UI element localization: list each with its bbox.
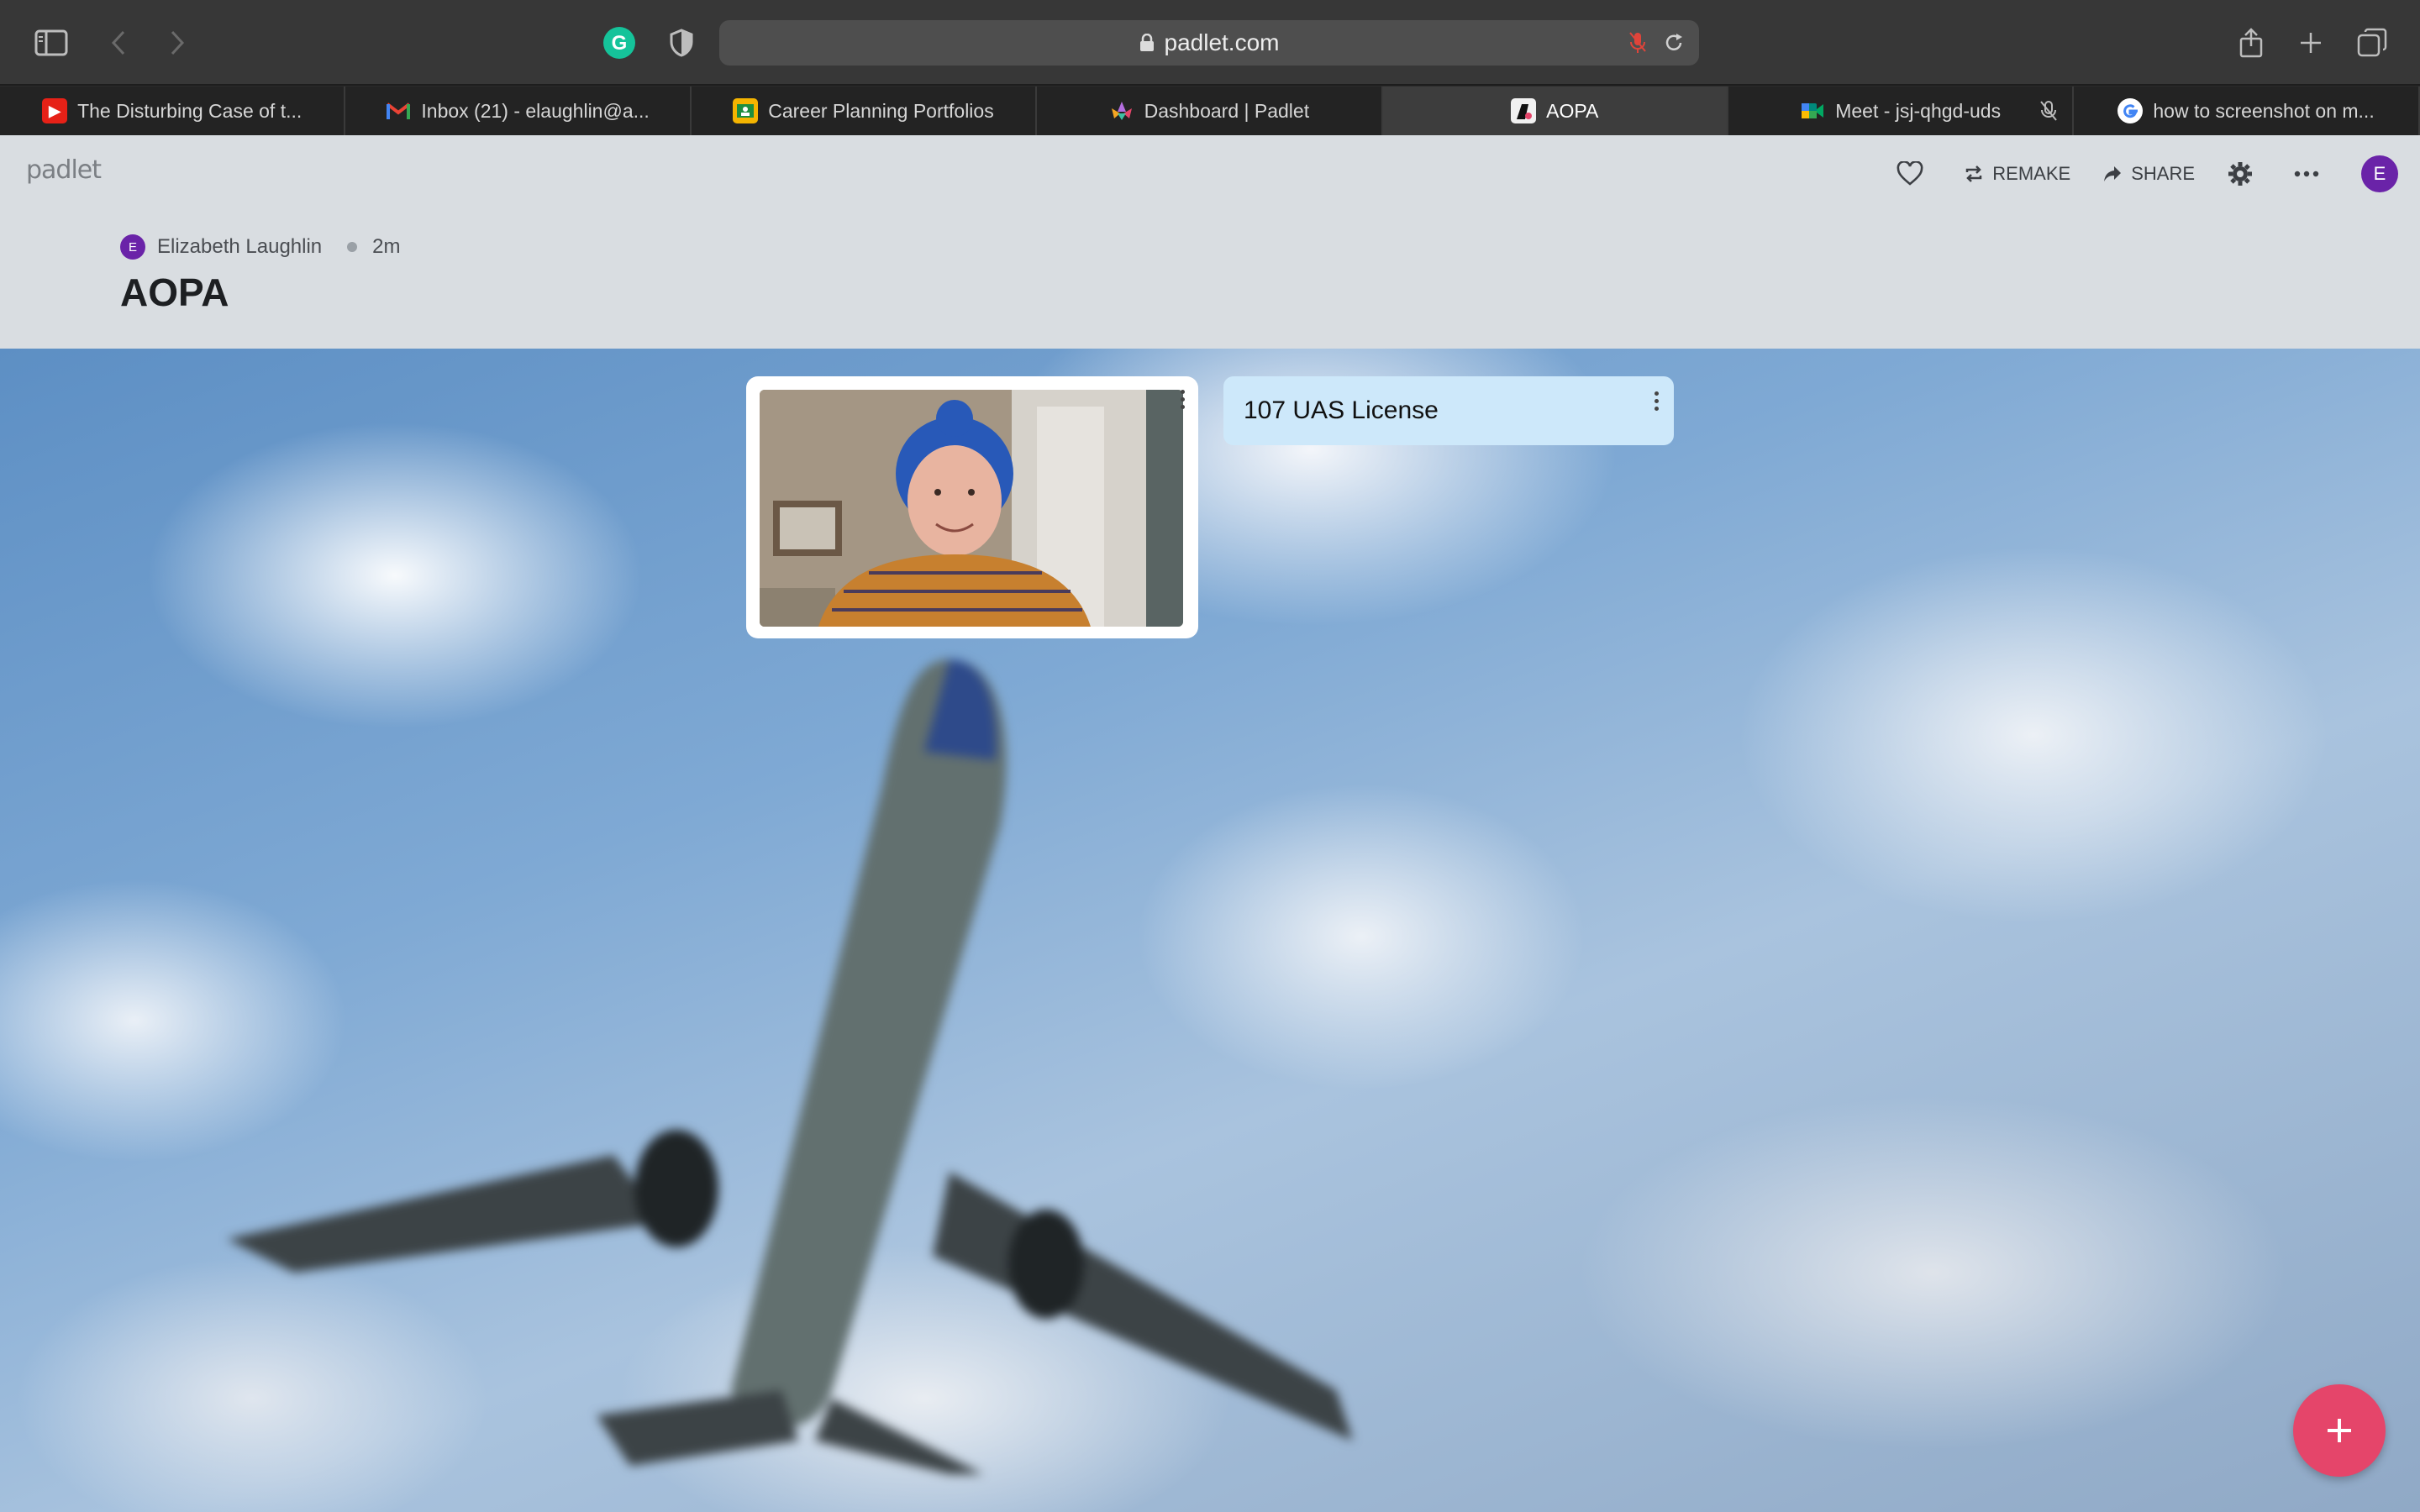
forward-arrow-icon[interactable] [156, 22, 198, 64]
share-arrow-icon [2104, 166, 2122, 181]
new-tab-plus-icon[interactable] [2290, 22, 2332, 64]
separator-dot [347, 242, 358, 252]
tab-google-meet[interactable]: Meet - jsj-qhgd-uds [1728, 87, 2075, 135]
tab-label: AOPA [1546, 99, 1599, 122]
remake-label: REMAKE [1992, 163, 2071, 184]
board-title: AOPA [120, 270, 229, 314]
last-updated-time: 2m [372, 235, 401, 258]
tab-label: Career Planning Portfolios [768, 99, 994, 122]
tab-label: how to screenshot on m... [2153, 99, 2375, 122]
padlet-icon [1109, 98, 1134, 123]
tab-label: Dashboard | Padlet [1144, 99, 1310, 122]
padlet-board-icon [1511, 98, 1537, 123]
more-options-button[interactable] [2294, 171, 2328, 177]
person-photo-image [760, 390, 1183, 627]
post-menu-dot [1180, 389, 1185, 394]
browser-toolbar: G padlet.com [0, 0, 2420, 86]
add-post-button[interactable] [2293, 1384, 2386, 1477]
tab-bar: ▶ The Disturbing Case of t... Inbox (21)… [0, 87, 2420, 135]
sidebar-toggle-icon[interactable] [30, 22, 72, 64]
image-post[interactable] [746, 376, 1198, 638]
plus-icon [2328, 1419, 2351, 1442]
url-text: padlet.com [1164, 29, 1280, 55]
tab-muted-mic-icon[interactable] [2040, 100, 2058, 122]
post-menu-dot [1654, 398, 1659, 403]
post-menu-dot [1180, 404, 1185, 409]
youtube-icon: ▶ [42, 98, 68, 123]
post-menu-button[interactable] [1644, 388, 1669, 413]
grammarly-extension-icon[interactable]: G [598, 22, 640, 64]
address-bar[interactable]: padlet.com [719, 20, 1699, 66]
tab-youtube[interactable]: ▶ The Disturbing Case of t... [0, 87, 346, 135]
svg-text:G: G [612, 32, 628, 55]
post-menu-dot [1180, 396, 1185, 402]
user-avatar[interactable]: E [2361, 155, 2398, 192]
remake-icon [1966, 165, 1982, 182]
share-button[interactable]: SHARE [2102, 163, 2195, 185]
tab-label: Inbox (21) - elaughlin@a... [421, 99, 650, 122]
muted-mic-icon[interactable] [1628, 31, 1647, 55]
tab-label: Meet - jsj-qhgd-uds [1835, 99, 2002, 122]
tab-label: The Disturbing Case of t... [77, 99, 302, 122]
webcam-photo [760, 390, 1183, 627]
post-menu-dot [1654, 406, 1659, 411]
google-classroom-icon [733, 98, 759, 123]
post-menu-dot [1654, 391, 1659, 396]
tab-aopa[interactable]: AOPA [1382, 87, 1728, 135]
post-menu-button[interactable] [1170, 386, 1195, 412]
tab-google-search[interactable]: how to screenshot on m... [2074, 87, 2420, 135]
tab-padlet-dashboard[interactable]: Dashboard | Padlet [1037, 87, 1383, 135]
lock-icon [1139, 34, 1154, 51]
reload-icon[interactable] [1662, 31, 1686, 55]
back-arrow-icon[interactable] [97, 22, 139, 64]
text-post[interactable]: 107 UAS License [1223, 376, 1674, 445]
gmail-icon [386, 98, 411, 123]
google-icon [2118, 98, 2144, 123]
gear-icon [2228, 162, 2252, 186]
heart-icon [1897, 161, 1923, 186]
author-row: E Elizabeth Laughlin 2m [120, 234, 401, 260]
settings-button[interactable] [2227, 160, 2262, 187]
padlet-logo[interactable]: padlet [26, 155, 102, 185]
tab-classroom[interactable]: Career Planning Portfolios [692, 87, 1038, 135]
like-button[interactable] [1897, 161, 1932, 186]
google-meet-icon [1800, 98, 1825, 123]
ellipsis-icon [2294, 171, 2319, 177]
tab-overview-icon[interactable] [2351, 22, 2393, 64]
post-title: 107 UAS License [1244, 396, 1439, 424]
tab-gmail[interactable]: Inbox (21) - elaughlin@a... [345, 87, 692, 135]
remake-button[interactable]: REMAKE [1964, 163, 2070, 185]
privacy-shield-icon[interactable] [660, 22, 702, 64]
header-actions: REMAKE SHARE E [1865, 154, 2398, 194]
author-name[interactable]: Elizabeth Laughlin [157, 235, 322, 259]
padlet-header: padlet REMAKE SHARE E E Elizabeth Laughl… [0, 135, 2420, 349]
share-icon[interactable] [2230, 22, 2272, 64]
share-label: SHARE [2131, 163, 2195, 184]
author-avatar[interactable]: E [120, 234, 145, 260]
padlet-wall[interactable] [0, 349, 2420, 1512]
airplane-wallpaper-image [227, 659, 1353, 1474]
